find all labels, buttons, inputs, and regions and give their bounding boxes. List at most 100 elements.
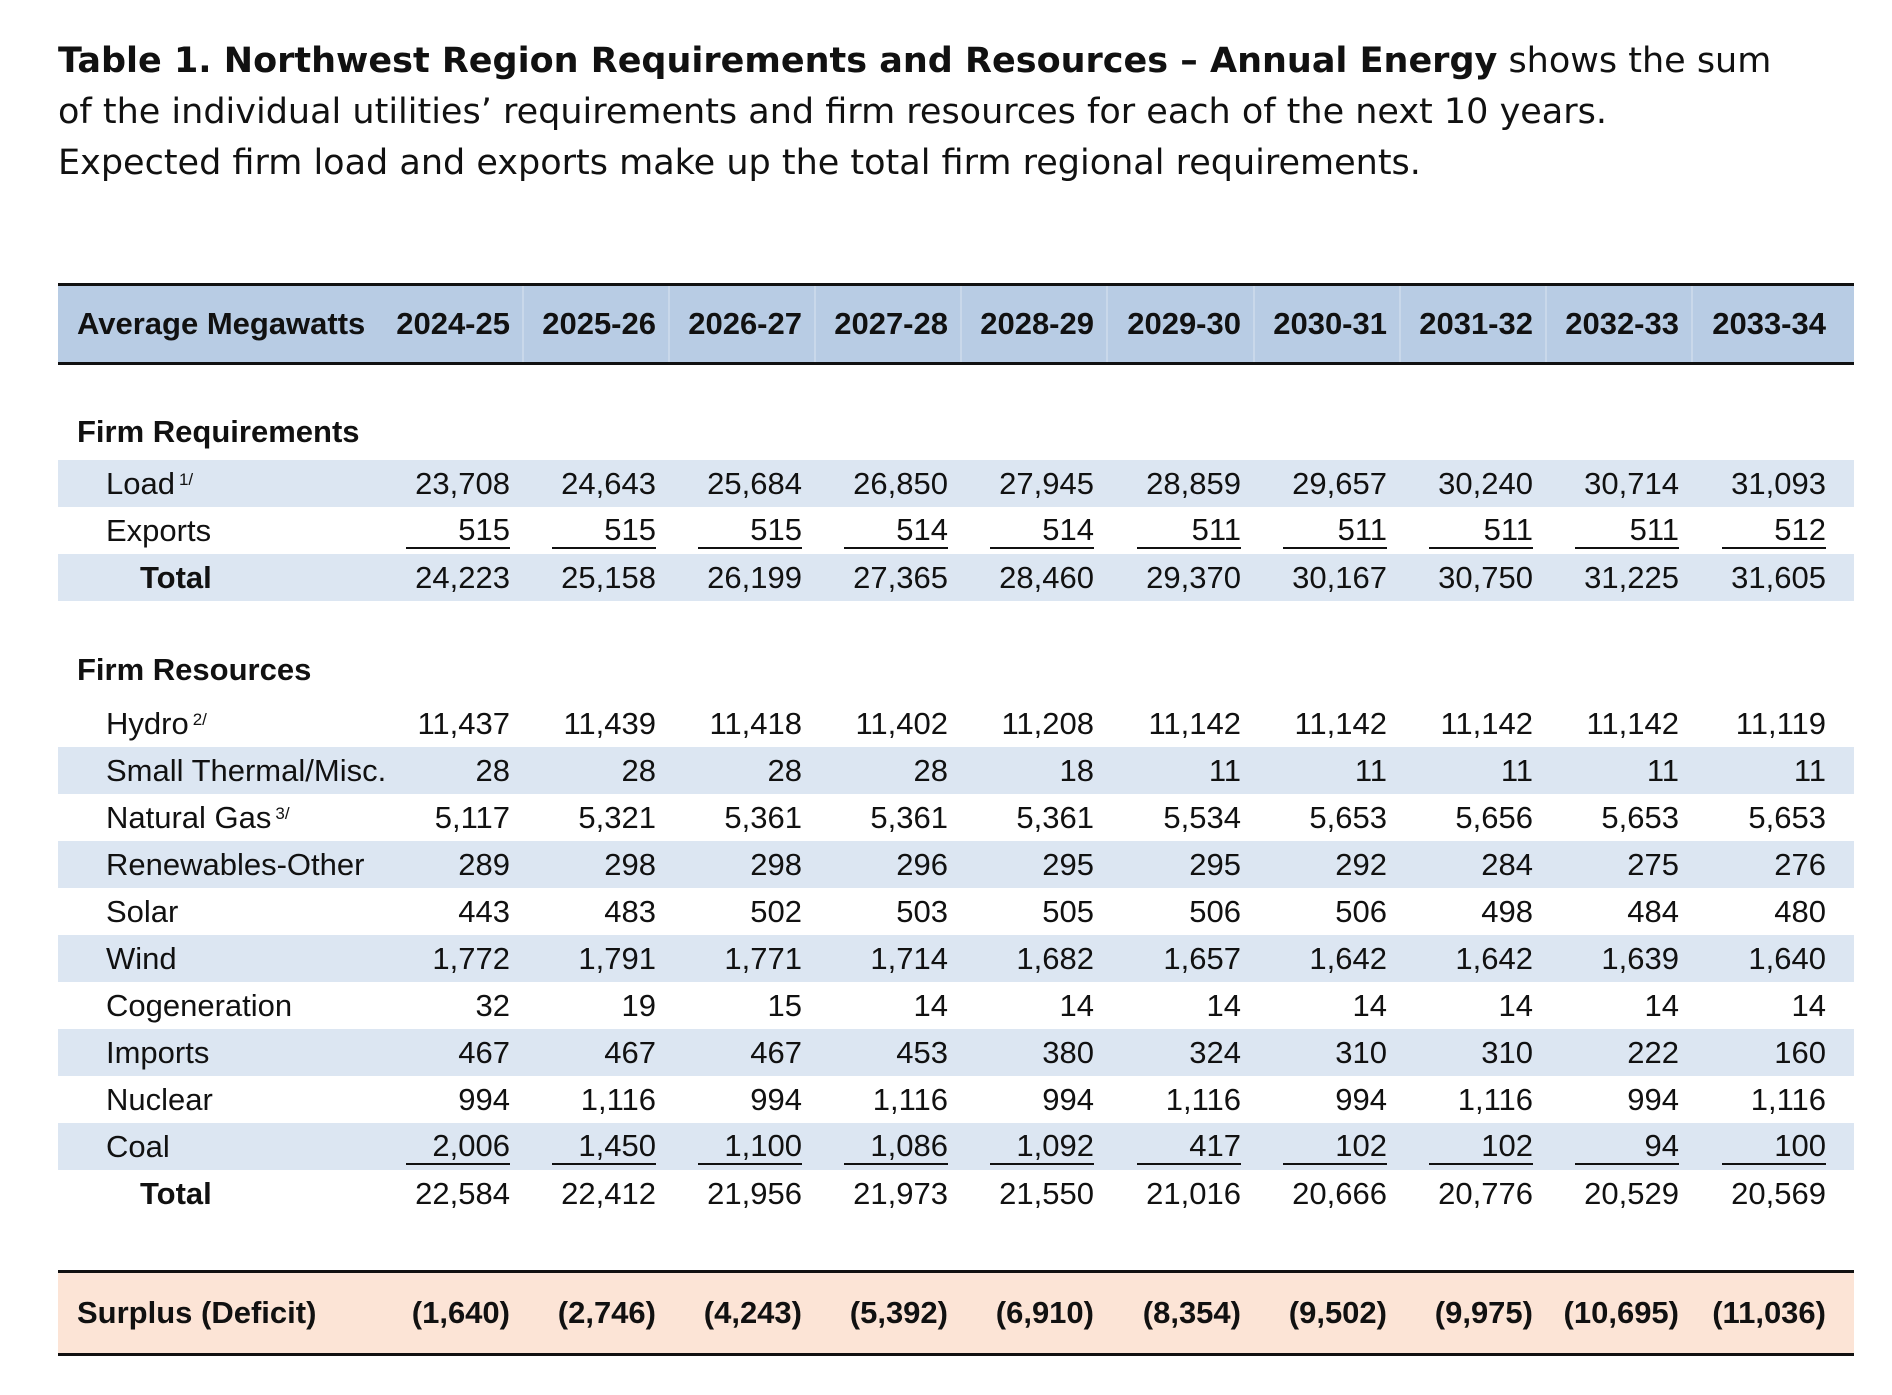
year-header: 2028-29	[980, 306, 1094, 341]
table-row: Exports 515 515 515 514 514 511 511 511 511 512	[58, 507, 1854, 554]
surplus-value: (8,354)	[1142, 1295, 1241, 1330]
table-cell: 1,116	[872, 1081, 948, 1117]
table-cell: 5,656	[1455, 799, 1533, 835]
table-cell: 11	[1208, 752, 1241, 788]
row-label: Load 1/	[106, 465, 194, 501]
table-cell: 994	[458, 1081, 510, 1117]
table-cell: 27,365	[853, 559, 948, 595]
row-label: Natural Gas 3/	[106, 799, 290, 835]
table-cell: 14	[1791, 987, 1826, 1023]
table-cell: 1,639	[1601, 940, 1679, 976]
table-cell: 1,657	[1163, 940, 1241, 976]
row-label: Hydro 2/	[106, 705, 207, 741]
table-cell: 15	[767, 987, 802, 1023]
table-cell: 994	[750, 1081, 802, 1117]
table-cell: 11	[1793, 752, 1826, 788]
table-cell: 1,116	[1750, 1081, 1826, 1117]
table-row: Nuclear 994 1,116 994 1,116 994 1,116 994 1,116 9…	[58, 1076, 1854, 1123]
table-cell: 467	[458, 1034, 510, 1070]
table-cell: 28	[913, 752, 948, 788]
table-row: Imports 467 467 467 453 380 324 310 310 222 160	[58, 1029, 1854, 1076]
year-header: 2032-33	[1565, 306, 1679, 341]
table-cell: 284	[1481, 846, 1533, 882]
section-label: Firm Resources	[77, 651, 312, 687]
table-cell: 28	[767, 752, 802, 788]
table-cell: 102	[1397, 1123, 1533, 1170]
table-cell: 1,772	[432, 940, 510, 976]
table-cell: 22,412	[561, 1175, 656, 1211]
row-label: Coal	[106, 1128, 170, 1164]
table-cell: 511	[1251, 507, 1387, 554]
table-cell: 11,142	[1294, 705, 1387, 741]
footnote-marker: 3/	[275, 803, 290, 823]
table-row: Coal 2,006 1,450 1,100 1,086 1,092 417 102 102 94…	[58, 1123, 1854, 1170]
table-cell: 26,199	[707, 559, 802, 595]
table-cell: 1,092	[958, 1123, 1094, 1170]
table-cell: 5,653	[1748, 799, 1826, 835]
row-label: Total	[140, 559, 212, 595]
table-row: Load 1/23,708 24,643 25,684 26,850 27,945 28,8…	[58, 460, 1854, 507]
table-cell: 20,529	[1584, 1175, 1679, 1211]
table-cell: 24,643	[561, 465, 656, 501]
table-cell: 14	[1059, 987, 1094, 1023]
table-cell: 289	[458, 846, 510, 882]
table-cell: 514	[958, 507, 1094, 554]
table-cell: 296	[896, 846, 948, 882]
table-cell: 5,361	[1016, 799, 1094, 835]
table-cell: 5,361	[870, 799, 948, 835]
table-cell: 11	[1354, 752, 1387, 788]
table-cell: 5,653	[1601, 799, 1679, 835]
resources-total-row: Total 22,584 22,412 21,956 21,973 21,550 21,01…	[58, 1170, 1854, 1217]
table-cell: 1,791	[578, 940, 656, 976]
table-cell: 28,859	[1146, 465, 1241, 501]
table-cell: 31,225	[1584, 559, 1679, 595]
table-cell: 994	[1042, 1081, 1094, 1117]
table-cell: 11,142	[1586, 705, 1679, 741]
table-cell: 28,460	[999, 559, 1094, 595]
table-row: Renewables-Other 289 298 298 296 295 295 292 284…	[58, 841, 1854, 888]
table-cell: 14	[1352, 987, 1387, 1023]
year-header: 2024-25	[396, 306, 510, 341]
table-cell: 11,439	[563, 705, 656, 741]
row-label: Solar	[106, 893, 179, 929]
table-cell: 1,640	[1748, 940, 1826, 976]
row-label: Nuclear	[106, 1081, 213, 1117]
year-header: 2027-28	[834, 306, 948, 341]
table-cell: 31,605	[1731, 559, 1826, 595]
table-cell: 20,569	[1731, 1175, 1826, 1211]
table-cell: 21,550	[999, 1175, 1094, 1211]
table-cell: 514	[812, 507, 948, 554]
table-cell: 380	[1042, 1034, 1094, 1070]
table-cell: 20,776	[1438, 1175, 1533, 1211]
table-cell: 298	[750, 846, 802, 882]
table-cell: 511	[1543, 507, 1679, 554]
table-cell: 483	[604, 893, 656, 929]
table-cell: 503	[896, 893, 948, 929]
section-label: Firm Requirements	[77, 413, 360, 449]
header-label: Average Megawatts	[77, 306, 366, 341]
table-cell: 19	[621, 987, 656, 1023]
table-cell: 11,437	[417, 705, 510, 741]
table-cell: 11,142	[1148, 705, 1241, 741]
table-cell: 21,016	[1146, 1175, 1241, 1211]
table-cell: 5,361	[724, 799, 802, 835]
table-cell: 502	[750, 893, 802, 929]
table-cell: 5,117	[434, 799, 510, 835]
footnote-marker: 1/	[178, 469, 194, 489]
table-cell: 417	[1105, 1123, 1241, 1170]
table-cell: 1,086	[812, 1123, 948, 1170]
table-row: Small Thermal/Misc. 28 28 28 28 18 11 11 11 11 11	[58, 747, 1854, 794]
resources-heading: Firm Resources	[58, 646, 1854, 693]
table-cell: 292	[1335, 846, 1387, 882]
table-cell: 14	[1644, 987, 1679, 1023]
table-cell: 506	[1335, 893, 1387, 929]
table-cell: 480	[1774, 893, 1826, 929]
table-header: Average Megawatts 2024-25 2025-26 2026-27 2…	[58, 283, 1854, 365]
table-cell: 31,093	[1731, 465, 1826, 501]
table-cell: 1,450	[520, 1123, 656, 1170]
table-cell: 21,973	[853, 1175, 948, 1211]
row-label: Total	[140, 1175, 212, 1211]
table-cell: 30,240	[1438, 465, 1533, 501]
requirements-total-row: Total 24,223 25,158 26,199 27,365 28,460 29,37…	[58, 554, 1854, 601]
table-cell: 295	[1189, 846, 1241, 882]
